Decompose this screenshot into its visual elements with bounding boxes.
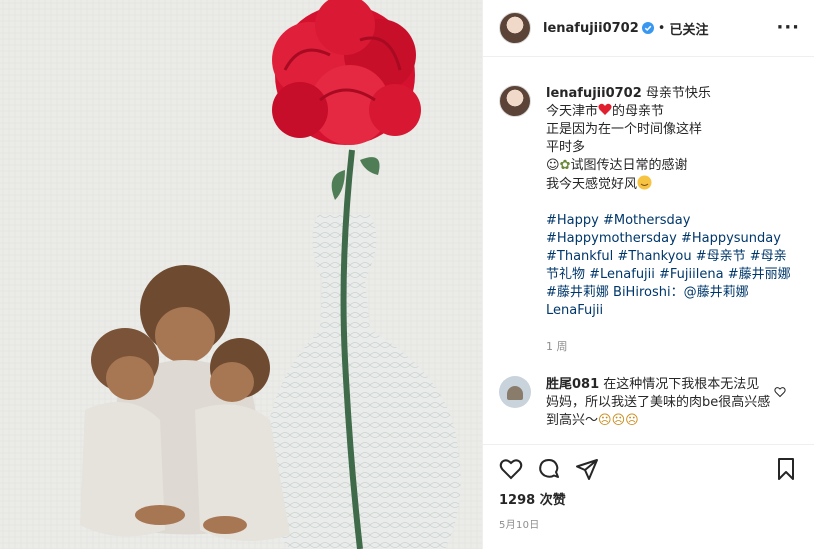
post-date[interactable]: 5月10日 xyxy=(499,516,798,531)
caption-avatar[interactable] xyxy=(499,85,531,117)
caption-time[interactable]: 1 周 xyxy=(546,338,798,354)
comment-item: 胜尾081 在这种情况下我根本无法见妈妈，所以我送了美味的肉be很高兴感到高兴〜… xyxy=(499,376,798,430)
caption-hashtags[interactable]: #Happy #Mothersday #Happymothersday #Hap… xyxy=(546,213,791,318)
bouquet-emoji-icon: ✿ xyxy=(559,158,571,173)
comment-bubble-icon[interactable] xyxy=(537,457,561,481)
caption-line1: 母亲节快乐 xyxy=(645,86,711,101)
verified-badge-icon xyxy=(641,22,654,34)
caption-line2-a: 今天津市 xyxy=(546,104,599,119)
save-bookmark-icon[interactable] xyxy=(774,457,798,481)
caption-text: lenafujii0702 母亲节快乐 今天津市 的母亲节 正是因为在一个时间像这… xyxy=(546,85,798,320)
caption-line4: 平时多 xyxy=(546,140,586,155)
like-heart-icon[interactable] xyxy=(499,457,523,481)
post-sidebar: lenafujii0702 • 已关注 ··· lenafujii0702 母亲… xyxy=(482,0,814,549)
comment-username[interactable]: 胜尾081 xyxy=(546,377,599,392)
avatar[interactable] xyxy=(499,12,531,44)
caption: lenafujii0702 母亲节快乐 今天津市 的母亲节 正是因为在一个时间像这… xyxy=(499,85,798,320)
header-username[interactable]: lenafujii0702 xyxy=(543,21,639,36)
follow-status-button[interactable]: 已关注 xyxy=(669,19,708,38)
caption-line2-b: 的母亲节 xyxy=(612,104,665,119)
more-options-icon[interactable]: ··· xyxy=(776,19,800,37)
caption-line6: 我今天感觉好风 xyxy=(546,177,638,192)
comment-avatar[interactable] xyxy=(499,376,531,408)
sad-emoji-icon: ☹☹☹ xyxy=(598,413,639,428)
comments-area: lenafujii0702 母亲节快乐 今天津市 的母亲节 正是因为在一个时间像这… xyxy=(483,57,814,445)
likes-count[interactable]: 1298 次赞 xyxy=(499,489,798,508)
comment-like-heart-icon[interactable] xyxy=(774,386,786,398)
caption-line5: 试图传达日常的感谢 xyxy=(570,158,688,173)
post-photo[interactable] xyxy=(0,0,482,549)
blush-emoji-icon xyxy=(637,175,652,190)
action-bar xyxy=(499,449,798,489)
caption-username[interactable]: lenafujii0702 xyxy=(546,86,642,101)
comment-text: 胜尾081 在这种情况下我根本无法见妈妈，所以我送了美味的肉be很高兴感到高兴〜… xyxy=(546,376,798,430)
caption-line3: 正是因为在一个时间像这样 xyxy=(546,122,703,137)
red-heart-emoji-icon xyxy=(598,103,612,115)
separator-dot: • xyxy=(657,20,666,36)
post-footer: 1298 次赞 5月10日 xyxy=(483,444,814,549)
post-header: lenafujii0702 • 已关注 ··· xyxy=(483,0,814,57)
share-send-icon[interactable] xyxy=(575,457,599,481)
photo-illustration xyxy=(0,0,482,549)
instagram-post-window: lenafujii0702 • 已关注 ··· lenafujii0702 母亲… xyxy=(0,0,814,549)
smile-emoji-icon: ☺ xyxy=(546,158,560,173)
